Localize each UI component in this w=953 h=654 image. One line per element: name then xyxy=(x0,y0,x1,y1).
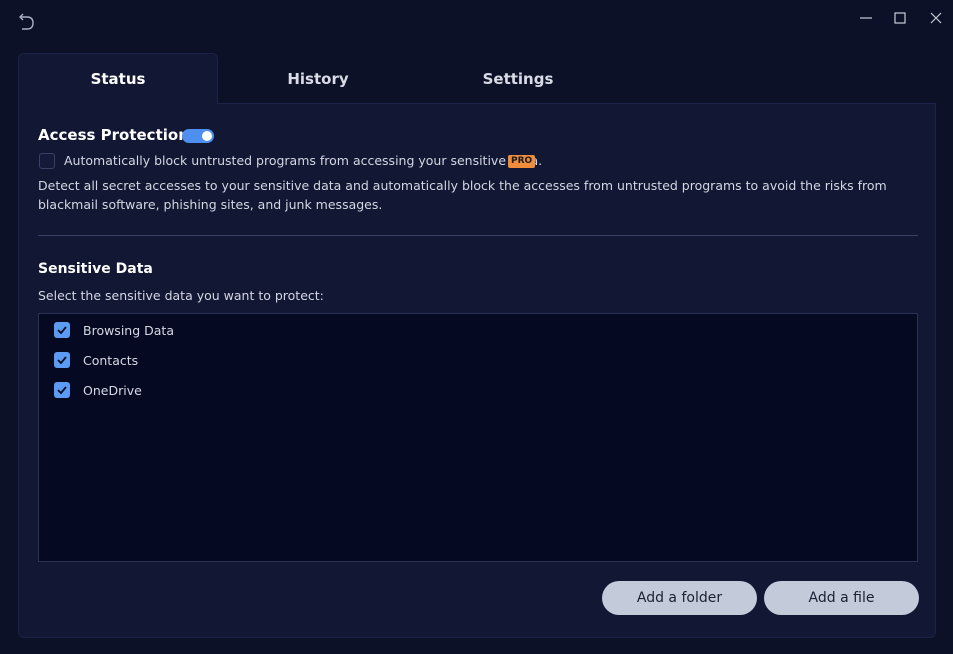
auto-block-label: Automatically block untrusted programs f… xyxy=(64,153,543,168)
checkbox-checked-icon[interactable] xyxy=(54,382,70,398)
tab-history-label: History xyxy=(287,69,349,88)
checkbox-checked-icon[interactable] xyxy=(54,352,70,368)
maximize-icon[interactable] xyxy=(890,8,910,28)
minimize-icon[interactable] xyxy=(856,8,876,28)
tab-history[interactable]: History xyxy=(218,53,418,104)
list-item-label: Contacts xyxy=(83,352,139,368)
tab-status-label: Status xyxy=(90,70,146,88)
checkbox-checked-icon[interactable] xyxy=(54,322,70,338)
list-item-label: Browsing Data xyxy=(83,322,174,338)
pro-badge: PRO xyxy=(508,155,536,168)
close-icon[interactable] xyxy=(926,8,946,28)
back-arrow-icon[interactable] xyxy=(16,12,38,32)
list-item-onedrive[interactable]: OneDrive xyxy=(54,381,142,399)
list-item-contacts[interactable]: Contacts xyxy=(54,351,138,369)
access-protection-toggle[interactable] xyxy=(182,129,214,143)
auto-block-checkbox[interactable] xyxy=(39,153,55,169)
add-file-button[interactable]: Add a file xyxy=(764,581,919,615)
tab-settings-label: Settings xyxy=(482,69,554,88)
section-divider xyxy=(38,235,918,236)
sensitive-data-list: Browsing Data Contacts OneDrive xyxy=(38,313,918,562)
list-item-browsing-data[interactable]: Browsing Data xyxy=(54,321,174,339)
toggle-knob xyxy=(202,131,212,141)
title-bar xyxy=(0,0,953,40)
add-folder-button[interactable]: Add a folder xyxy=(602,581,757,615)
sensitive-data-subtitle: Select the sensitive data you want to pr… xyxy=(38,288,324,303)
list-item-label: OneDrive xyxy=(83,382,142,398)
access-protection-title: Access Protection xyxy=(38,126,189,144)
access-protection-description: Detect all secret accesses to your sensi… xyxy=(38,178,887,212)
sensitive-data-title: Sensitive Data xyxy=(38,261,153,277)
tab-status[interactable]: Status xyxy=(18,53,218,104)
tab-settings[interactable]: Settings xyxy=(418,53,618,104)
